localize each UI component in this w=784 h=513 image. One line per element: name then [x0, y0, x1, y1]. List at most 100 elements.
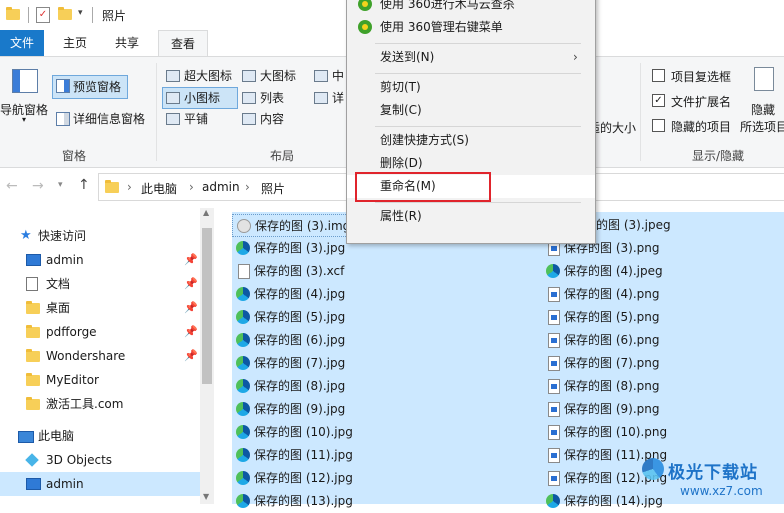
- png-icon: [548, 310, 560, 325]
- folder-icon: [26, 349, 40, 362]
- png-icon: [548, 287, 560, 302]
- new-folder-icon[interactable]: [58, 7, 72, 20]
- nav-wondershare[interactable]: Wondershare 📌: [0, 344, 200, 368]
- png-icon: [548, 402, 560, 417]
- tab-file[interactable]: 文件: [0, 30, 44, 56]
- breadcrumb-this-pc[interactable]: 此电脑: [141, 180, 177, 197]
- edge-icon: [236, 379, 250, 393]
- extra-large-icons-icon: [166, 70, 180, 82]
- monitor-icon: [26, 254, 41, 266]
- layout-tiles[interactable]: 平铺: [166, 110, 208, 127]
- file-ext-label: 文件扩展名: [671, 95, 732, 109]
- forward-arrow-icon[interactable]: →: [32, 178, 44, 194]
- edge-icon: [236, 356, 250, 370]
- quick-access-folder-icon: [6, 7, 20, 20]
- layout-extra-large-icons[interactable]: 超大图标: [166, 67, 232, 84]
- tiles-icon: [166, 113, 180, 125]
- layout-content[interactable]: 内容: [242, 110, 284, 127]
- layout-small-icons[interactable]: 小图标: [166, 89, 220, 106]
- back-arrow-icon[interactable]: ←: [6, 178, 18, 194]
- menu-item-360-manage-menu[interactable]: 使用 360管理右键菜单: [347, 16, 595, 39]
- scroll-down-icon[interactable]: ▼: [203, 492, 209, 501]
- nav-pane-dropdown-icon[interactable]: ▾: [22, 115, 26, 124]
- pin-icon[interactable]: 📌: [184, 272, 198, 296]
- nav-pane-icon[interactable]: [12, 69, 38, 93]
- nav-admin[interactable]: admin 📌: [0, 248, 200, 272]
- separator-bar: [28, 7, 29, 23]
- 360-icon: [358, 20, 372, 34]
- cube-icon: [25, 453, 39, 467]
- nav-pdfforge[interactable]: pdfforge 📌: [0, 320, 200, 344]
- layout-list[interactable]: 列表: [242, 89, 284, 106]
- nav-documents[interactable]: 文档 📌: [0, 272, 200, 296]
- menu-item-send-to[interactable]: 发送到(N) ›: [347, 46, 595, 69]
- layout-large-icons[interactable]: 大图标: [242, 67, 296, 84]
- disc-image-icon: [237, 219, 251, 233]
- layout-medium-icons[interactable]: 中: [314, 67, 344, 84]
- breadcrumb-photos[interactable]: 照片: [261, 180, 285, 197]
- nav-3d-objects[interactable]: 3D Objects: [0, 448, 200, 472]
- png-icon: [548, 333, 560, 348]
- file-icon: [238, 264, 250, 279]
- pin-icon[interactable]: 📌: [184, 296, 198, 320]
- breadcrumb-separator-icon[interactable]: ›: [127, 180, 132, 194]
- nav-desktop[interactable]: 桌面 📌: [0, 296, 200, 320]
- menu-separator: [375, 126, 581, 127]
- nav-admin-pc[interactable]: admin: [0, 472, 200, 496]
- up-arrow-icon[interactable]: ↑: [78, 177, 90, 193]
- large-icons-icon: [242, 70, 256, 82]
- menu-item-create-shortcut[interactable]: 创建快捷方式(S): [347, 129, 595, 152]
- breadcrumb-separator-icon[interactable]: ›: [245, 180, 250, 194]
- nav-myeditor[interactable]: MyEditor: [0, 368, 200, 392]
- file-ext-checkbox[interactable]: ✓: [652, 94, 665, 107]
- edge-icon: [546, 264, 560, 278]
- tab-view[interactable]: 查看: [158, 30, 208, 57]
- window-title: 照片: [102, 9, 127, 23]
- menu-item-cut[interactable]: 剪切(T): [347, 76, 595, 99]
- nav-scrollbar-thumb[interactable]: [202, 228, 212, 384]
- breadcrumb-separator-icon[interactable]: ›: [189, 180, 194, 194]
- folder-icon: [26, 397, 40, 410]
- hide-selected-button[interactable]: 隐藏: [751, 101, 775, 118]
- pin-icon[interactable]: 📌: [184, 344, 198, 368]
- hidden-items-checkbox[interactable]: [652, 119, 665, 132]
- details-pane-button[interactable]: 详细信息窗格: [73, 110, 145, 127]
- tab-share[interactable]: 共享: [108, 30, 146, 56]
- item-checkboxes-checkbox[interactable]: [652, 69, 665, 82]
- menu-item-360-trojan-scan[interactable]: 使用 360进行木马云查杀: [347, 0, 595, 16]
- content-icon: [242, 113, 256, 125]
- pin-icon[interactable]: 📌: [184, 248, 198, 272]
- nav-this-pc[interactable]: 此电脑: [0, 424, 200, 448]
- hide-selected-button-line2[interactable]: 所选项目: [740, 118, 784, 135]
- edge-icon: [236, 448, 250, 462]
- breadcrumb-admin[interactable]: admin: [202, 180, 240, 194]
- pin-icon[interactable]: 📌: [184, 320, 198, 344]
- png-icon: [548, 471, 560, 486]
- edge-icon: [236, 471, 250, 485]
- recent-dropdown-icon[interactable]: ▾: [58, 180, 63, 190]
- menu-item-copy[interactable]: 复制(C): [347, 99, 595, 122]
- customize-quick-access-icon[interactable]: ▾: [78, 8, 83, 18]
- nav-quick-access[interactable]: ★ 快速访问: [0, 224, 200, 248]
- folder-icon: [26, 373, 40, 386]
- properties-check-icon[interactable]: ✓: [36, 7, 50, 23]
- tab-home[interactable]: 主页: [56, 30, 94, 56]
- edge-icon: [236, 241, 250, 255]
- edge-icon: [236, 494, 250, 508]
- edge-icon: [546, 494, 560, 508]
- scroll-up-icon[interactable]: ▲: [203, 208, 209, 217]
- layout-details[interactable]: 详: [314, 89, 344, 106]
- list-icon: [242, 92, 256, 104]
- 360-icon: [358, 0, 372, 11]
- preview-pane-button[interactable]: 预览窗格: [73, 78, 121, 95]
- png-icon: [548, 448, 560, 463]
- edge-icon: [236, 310, 250, 324]
- png-icon: [548, 356, 560, 371]
- group-divider: [640, 63, 641, 161]
- group-divider: [156, 63, 157, 161]
- context-menu: 使用 360进行木马云查杀 使用 360管理右键菜单 发送到(N) › 剪切(T…: [346, 0, 596, 244]
- document-icon: [26, 277, 38, 291]
- nav-activation-tools[interactable]: 激活工具.com: [0, 392, 200, 416]
- menu-item-properties[interactable]: 属性(R): [347, 205, 595, 228]
- edge-icon: [236, 287, 250, 301]
